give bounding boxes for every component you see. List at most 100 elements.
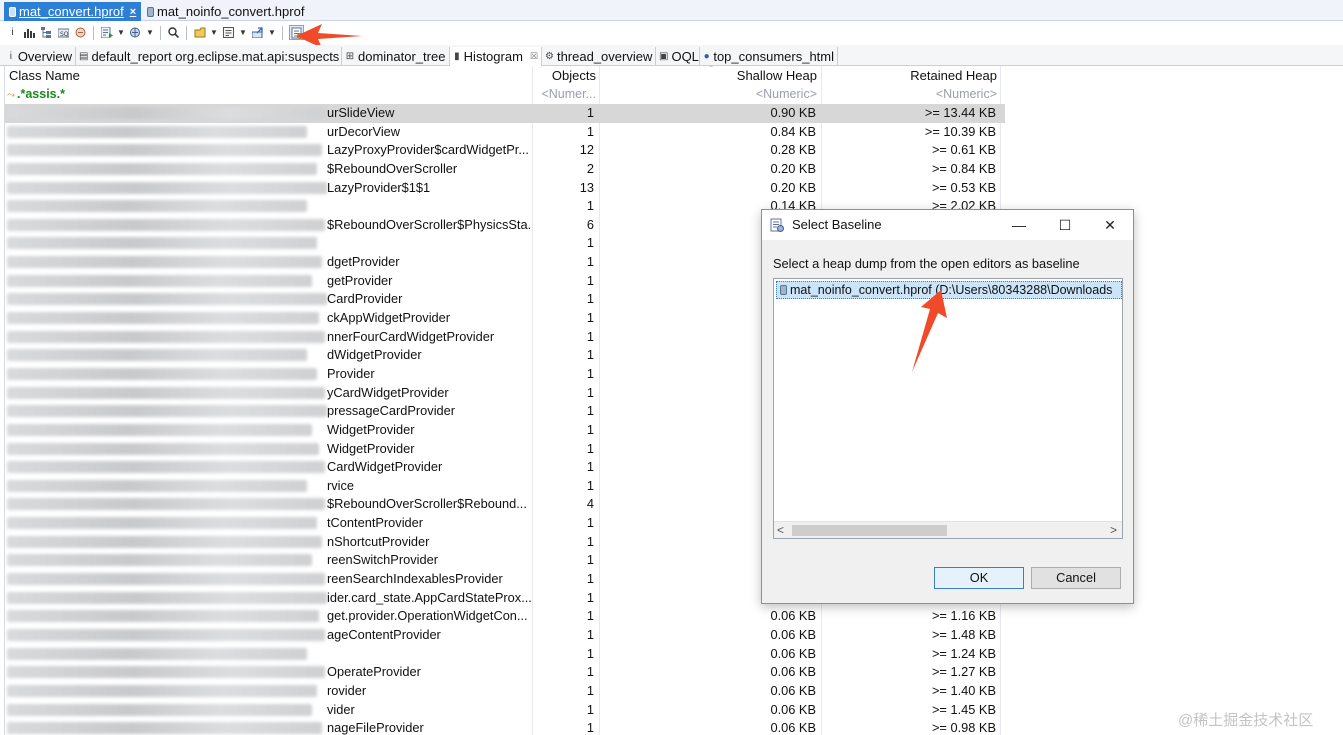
info-icon[interactable]: i [6,25,19,40]
redacted-package-name [7,554,312,567]
oql-icon[interactable]: SQ [57,25,70,40]
group-by-icon[interactable] [193,25,206,40]
column-header-class-name[interactable]: Class Name [9,66,80,85]
thread-overview-icon[interactable] [74,25,87,40]
chevron-down-icon[interactable]: ▼ [210,25,218,40]
table-row[interactable]: rovider 1 0.06 KB >= 1.40 KB [5,682,1005,701]
table-row[interactable]: vider 1 0.06 KB >= 1.45 KB [5,701,1005,720]
objects-cell: 1 [586,272,594,288]
objects-cell: 1 [586,365,594,381]
close-icon[interactable]: × [130,6,136,18]
class-name-cell: urDecorView [327,123,401,139]
run-report-icon[interactable] [100,25,113,40]
chevron-down-icon[interactable]: ▼ [117,25,125,40]
table-row[interactable]: LazyProvider$1$1 13 0.20 KB >= 0.53 KB [5,179,1005,198]
tab-histogram[interactable]: ▮ Histogram ☒ [450,47,542,66]
table-row[interactable]: OperateProvider 1 0.06 KB >= 1.27 KB [5,663,1005,682]
calculate-retained-icon[interactable] [222,25,235,40]
tab-oql[interactable]: ▣ OQL [656,47,700,66]
objects-cell: 1 [586,459,594,475]
retained-heap-cell: >= 1.40 KB [931,682,996,698]
table-row[interactable]: nageFileProvider 1 0.06 KB >= 0.98 KB [5,719,1005,735]
close-icon[interactable]: ☒ [530,51,538,62]
redacted-package-name [7,181,327,194]
heap-dump-list[interactable]: mat_noinfo_convert.hprof (D:\Users\80343… [773,278,1123,539]
scrollbar-thumb[interactable] [792,525,947,536]
objects-filter-input[interactable]: <Numer... [533,85,596,104]
ok-button[interactable]: OK [934,567,1024,589]
scroll-left-icon[interactable]: < [777,522,784,538]
editor-tab-label: mat_noinfo_convert.hprof [157,4,305,19]
objects-cell: 1 [586,347,594,363]
class-name-cell: ider.card_state.AppCardStateProx... [327,589,532,605]
list-item[interactable]: mat_noinfo_convert.hprof (D:\Users\80343… [776,281,1122,299]
table-row[interactable]: LazyProxyProvider$cardWidgetPr... 12 0.28 … [5,141,1005,160]
heap-dump-icon [780,285,787,295]
redacted-package-name [7,200,307,213]
tab-overview[interactable]: i Overview [4,47,76,66]
list-item-label: mat_noinfo_convert.hprof (D:\Users\80343… [790,283,1113,297]
tab-thread-overview[interactable]: ⚙ thread_overview [542,47,656,66]
retained-heap-filter-input[interactable]: <Numeric> [823,85,997,104]
table-row[interactable]: urDecorView 1 0.84 KB >= 10.39 KB [5,123,1005,142]
objects-cell: 1 [586,533,594,549]
table-row[interactable]: 1 0.06 KB >= 1.24 KB [5,645,1005,664]
column-header-objects[interactable]: Objects [533,66,596,85]
info-icon: i [9,51,13,62]
chevron-down-icon[interactable]: ▼ [239,25,247,40]
class-name-cell: nnerFourCardWidgetProvider [327,328,495,344]
tab-default-report[interactable]: ▤ default_report org.eclipse.mat.api:sus… [76,47,342,66]
table-row[interactable]: get.provider.OperationWidgetCon... 1 0.06 … [5,607,1005,626]
class-name-cell: $ReboundOverScroller [327,160,458,176]
shallow-heap-filter-input[interactable]: <Numeric> [601,85,817,104]
histogram-icon: ▮ [454,51,460,62]
horizontal-scrollbar[interactable]: < > [774,521,1122,538]
table-row[interactable]: urSlideView 1 0.90 KB >= 13.44 KB [5,104,1005,123]
tab-dominator-tree[interactable]: ⊞ dominator_tree [342,47,450,66]
tab-label: OQL [671,49,699,64]
class-name-cell: reenSearchIndexablesProvider [327,571,503,587]
class-name-cell: $ReboundOverScroller$Rebound... [327,496,527,512]
maximize-icon[interactable]: ☐ [1050,214,1080,236]
redacted-package-name [7,125,307,138]
column-header-shallow-heap[interactable]: Shallow Heap [601,66,817,85]
editor-tab-mat-convert[interactable]: mat_convert.hprof × [4,2,142,21]
close-icon[interactable]: ✕ [1095,214,1125,236]
tab-label: dominator_tree [358,49,446,64]
objects-cell: 6 [586,216,594,232]
watermark: @稀土掘金技术社区 [1178,712,1314,729]
histogram-table: Class Name Objects ︶ Shallow Heap Retain… [4,66,1343,735]
redacted-package-name [7,628,325,641]
redacted-package-name [7,722,322,735]
shallow-heap-cell: 0.06 KB [770,701,816,717]
class-name-filter-input[interactable]: ⤳ .*assis.* [7,85,65,104]
table-row[interactable]: ageContentProvider 1 0.06 KB >= 1.48 KB [5,626,1005,645]
cancel-button[interactable]: Cancel [1031,567,1121,589]
histogram-icon[interactable] [23,25,36,40]
toolbar-separator [186,25,187,40]
table-row[interactable]: $ReboundOverScroller 2 0.20 KB >= 0.84 KB [5,160,1005,179]
filter-row: ⤳ .*assis.* <Numer... <Numeric> <Numeric> [5,85,1005,104]
column-header-retained-heap[interactable]: Retained Heap [823,66,997,85]
redacted-package-name [7,367,317,380]
minimize-icon[interactable]: — [1004,214,1034,236]
class-name-cell: WidgetProvider [327,440,415,456]
redacted-package-name [7,218,325,231]
dominator-tree-icon[interactable] [40,25,53,40]
chevron-down-icon[interactable]: ▼ [268,25,276,40]
search-icon[interactable] [167,25,180,40]
objects-cell: 1 [586,310,594,326]
redacted-package-name [7,479,307,492]
tab-top-consumers-html[interactable]: ● top_consumers_html [700,47,838,66]
export-icon[interactable] [251,25,264,40]
shallow-heap-cell: 0.06 KB [770,645,816,661]
scroll-right-icon[interactable]: > [1110,522,1117,538]
chevron-down-icon[interactable]: ▼ [146,25,154,40]
view-tab-bar: i Overview ▤ default_report org.eclipse.… [0,45,1343,66]
svg-text:SQ: SQ [60,31,69,38]
objects-cell: 1 [586,421,594,437]
editor-tab-mat-noinfo-convert[interactable]: mat_noinfo_convert.hprof [142,2,309,21]
query-browser-icon[interactable] [129,25,142,40]
oql-icon: ▣ [659,51,669,62]
thread-overview-icon: ⚙ [545,51,554,62]
